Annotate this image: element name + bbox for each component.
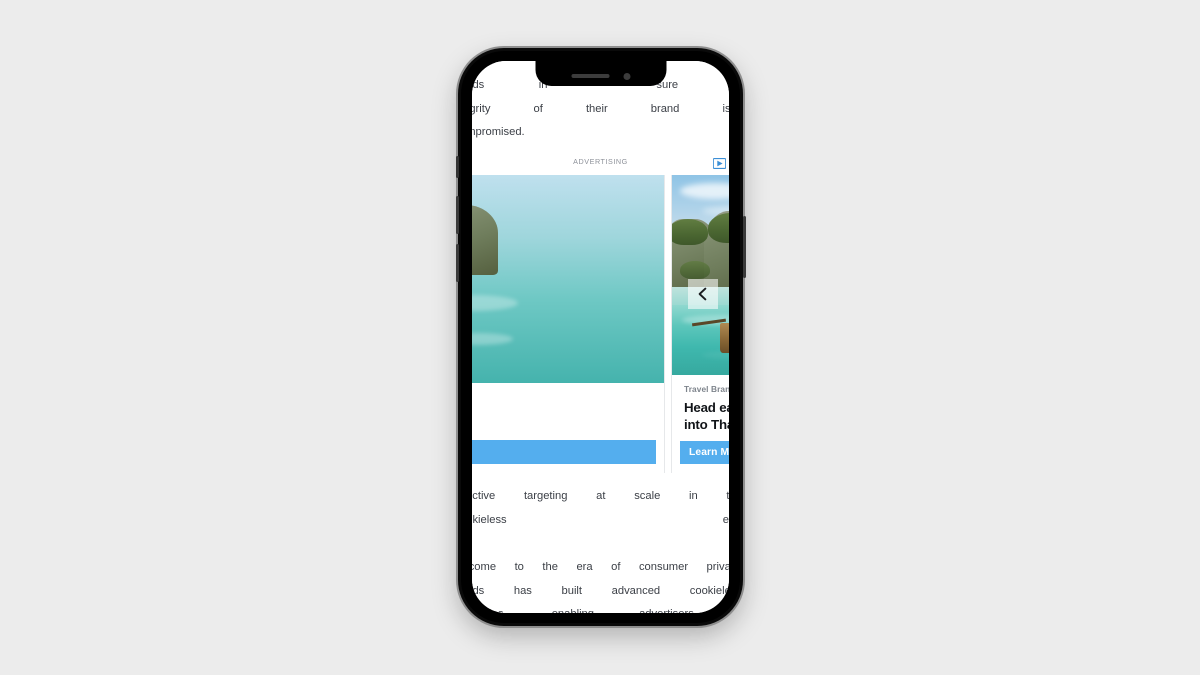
ad-brand-name: Travel Brand	[684, 383, 729, 394]
ad-card-image	[472, 175, 664, 383]
article-line: ffective targeting at scale in the	[472, 485, 729, 509]
phone-notch	[535, 61, 666, 86]
ad-cta-button[interactable]: Learn More	[680, 440, 729, 464]
article-page: ands in sure th tegrity of their brand i…	[472, 61, 729, 613]
ad-carousel[interactable]: Travel Brand · Sponsored Head east and p…	[472, 175, 729, 473]
screenshot-canvas: ands in sure th tegrity of their brand i…	[0, 0, 1200, 675]
article-line: eads has built advanced cookieless	[472, 580, 729, 604]
article-word: isn't	[722, 102, 729, 115]
beach-image-partial	[472, 175, 664, 383]
ad-headline-line: into Thailand's crystal...	[684, 417, 729, 433]
article-line: tegrity of their brand isn't	[472, 98, 729, 122]
ad-card-body	[472, 383, 664, 433]
article-word: eads	[472, 584, 485, 597]
article-word: targeting	[523, 490, 568, 502]
chevron-left-icon	[698, 287, 707, 301]
ad-headline-line: Head east and plunge	[684, 399, 729, 415]
article-word: of	[533, 102, 543, 115]
ad-brand-row	[472, 392, 652, 402]
article-word: pabilities,	[472, 603, 507, 613]
earpiece-speaker	[571, 74, 609, 78]
article-word: their	[585, 102, 608, 115]
article-line: pabilities, enabling advertisers t	[472, 603, 729, 613]
ad-carousel-track: Travel Brand · Sponsored Head east and p…	[472, 175, 729, 473]
thailand-beach-longtail-boats	[672, 175, 729, 375]
article-word: tegrity	[472, 102, 491, 115]
ad-headline: Head east and plunge into Thailand's cry…	[684, 399, 729, 434]
phone-screen: ands in sure th tegrity of their brand i…	[472, 61, 729, 613]
ad-card-body: Travel Brand · Sponsored Head east and p…	[672, 375, 729, 434]
advertising-label: ADVERTISING	[573, 157, 628, 166]
article-word: at	[596, 490, 606, 502]
article-word: cookieless	[689, 584, 729, 597]
article-word: built	[561, 584, 583, 597]
article-word: ands	[472, 79, 485, 91]
article-word: enabling	[552, 603, 594, 613]
carousel-prev-button[interactable]	[688, 279, 718, 309]
article-line: ompromised.	[472, 126, 525, 138]
article-line: elcome to the era of consumer privacy	[472, 561, 729, 573]
article-word: ffective	[472, 490, 496, 502]
article-line: ookieless era.	[472, 513, 729, 526]
phone-device-frame: ands in sure th tegrity of their brand i…	[455, 48, 746, 626]
article-text-bottom: ffective targeting at scale in the ookie…	[472, 485, 729, 613]
mute-switch[interactable]	[455, 156, 459, 178]
article-word: advanced	[611, 584, 661, 597]
ad-card-active[interactable]: Travel Brand · Sponsored Head east and p…	[672, 175, 729, 473]
ad-cta-label: Learn More	[689, 446, 729, 458]
article-word: advertisers	[639, 603, 694, 613]
advertisement-unit: ADVERTISING Travel Bran Head e into Th L…	[472, 153, 729, 473]
article-word: the	[726, 490, 729, 502]
volume-down-button[interactable]	[455, 244, 459, 282]
article-word: brand	[650, 102, 680, 115]
article-word: has	[513, 584, 532, 597]
front-camera	[623, 72, 630, 80]
power-button[interactable]	[742, 216, 746, 278]
adchoices-icon[interactable]	[712, 156, 727, 169]
article-word: in	[689, 490, 698, 502]
ad-cta-button[interactable]	[472, 440, 656, 464]
ad-headline	[472, 407, 652, 425]
ad-card-previous[interactable]	[472, 175, 664, 473]
article-word: scale	[634, 490, 661, 502]
ad-card-image	[672, 175, 729, 375]
ad-label-row: ADVERTISING	[472, 153, 729, 175]
ad-brand-row: Travel Brand · Sponsored	[684, 384, 729, 394]
volume-up-button[interactable]	[455, 196, 459, 234]
